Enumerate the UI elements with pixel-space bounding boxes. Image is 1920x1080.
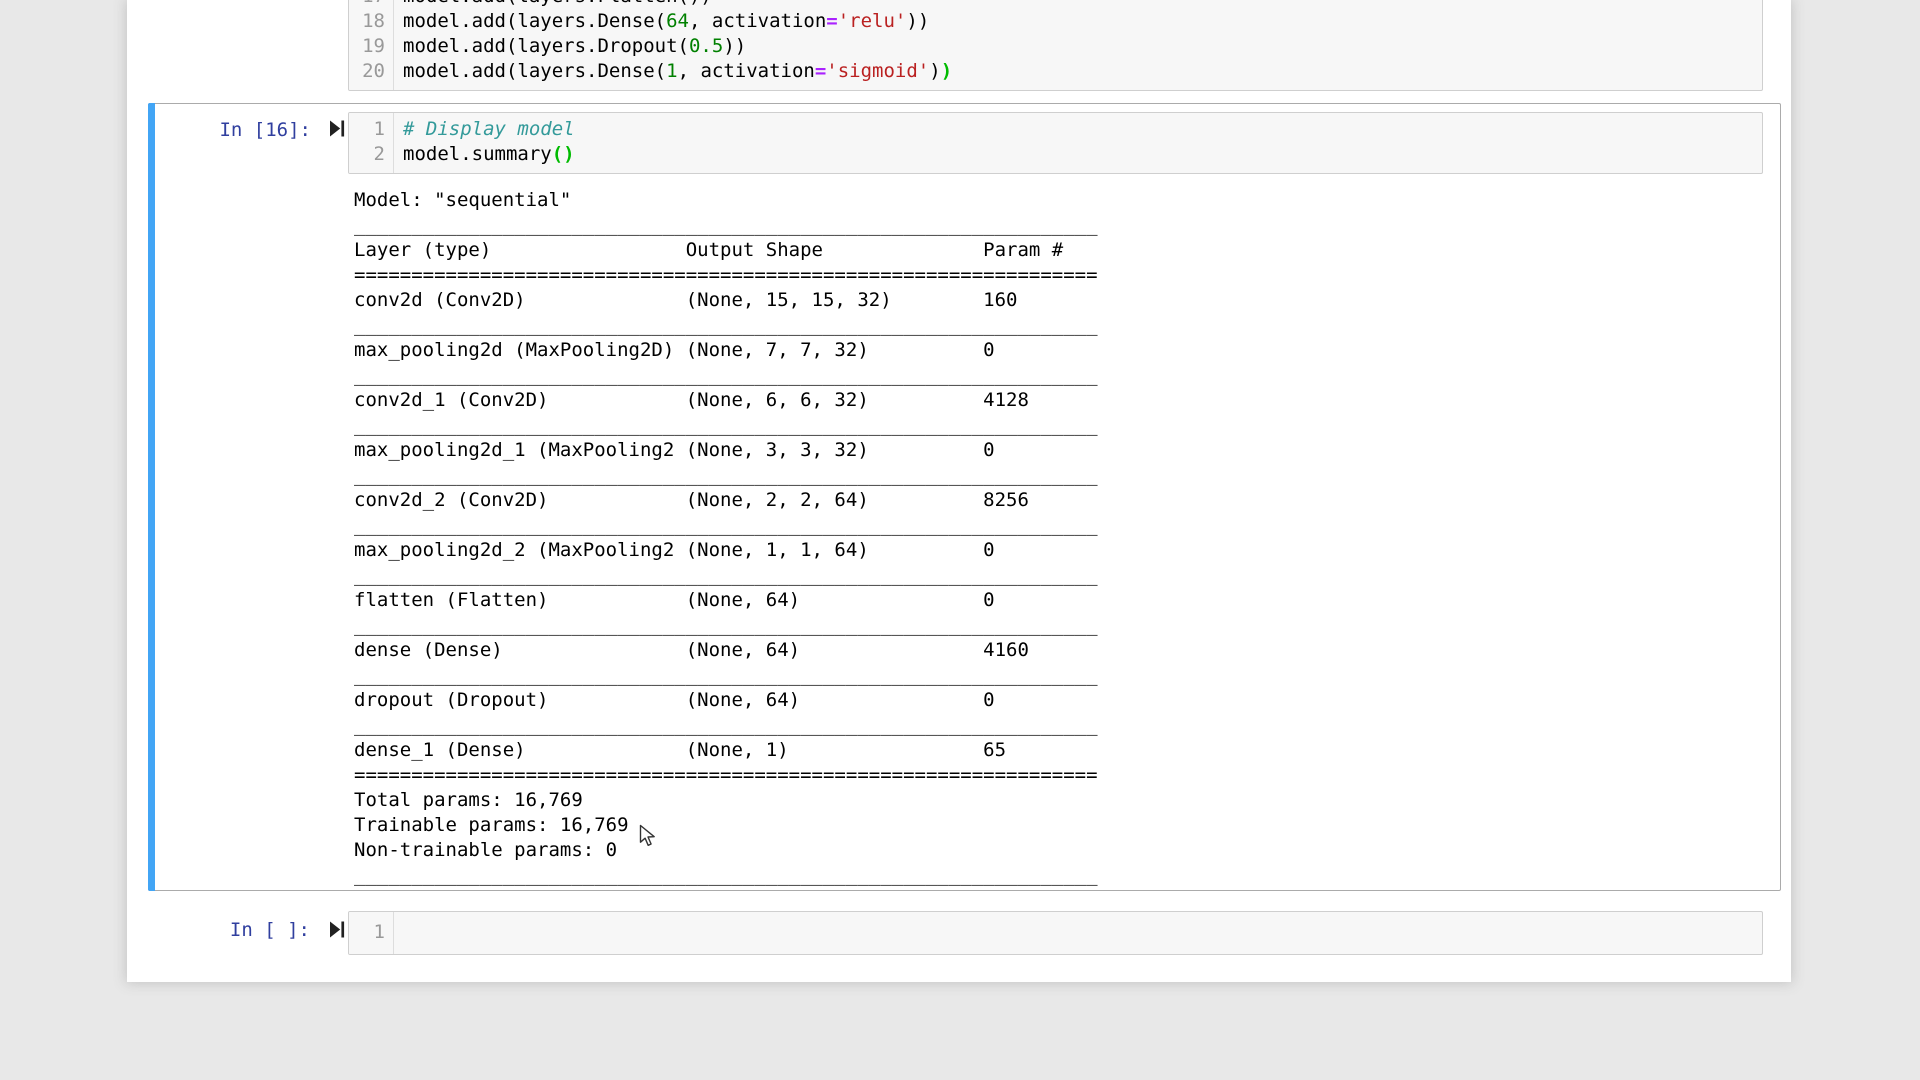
line-number: 19 <box>349 34 385 59</box>
code-text[interactable]: model.add(layers.Dense(1, activation='si… <box>403 59 952 84</box>
selected-cell-indicator <box>148 103 155 891</box>
code-line[interactable]: 1 <box>349 920 1762 945</box>
line-number: 20 <box>349 59 385 84</box>
code-line[interactable]: 20 model.add(layers.Dense(1, activation='… <box>349 59 1762 84</box>
code-line[interactable]: 2 model.summary() <box>349 142 1762 167</box>
notebook-container: 17 model.add(layers.Flatten()) 18 model.add… <box>127 0 1791 982</box>
code-input-previous[interactable]: 17 model.add(layers.Flatten()) 18 model.add… <box>348 0 1763 91</box>
code-input-16[interactable]: 1 # Display model 2 model.summary() <box>348 112 1763 174</box>
code-text[interactable]: model.add(layers.Dense(64, activation='r… <box>403 9 929 34</box>
run-cell-icon[interactable] <box>330 921 345 938</box>
jupyter-notebook-page: { "colors": { "page_background": "#e8e8e… <box>0 0 1920 1080</box>
code-text[interactable]: model.add(layers.Dropout(0.5)) <box>403 34 746 59</box>
model-summary-output: Model: "sequential" ____________________… <box>354 188 1098 888</box>
code-cell-16[interactable]: In [16]: 1 # Display model 2 model.summary(… <box>148 103 1781 891</box>
run-cell-icon[interactable] <box>330 120 345 137</box>
line-number: 1 <box>349 920 385 945</box>
code-text[interactable]: model.summary() <box>403 142 575 167</box>
code-line[interactable]: 18 model.add(layers.Dense(64, activation=… <box>349 9 1762 34</box>
code-text[interactable]: # Display model <box>403 117 575 142</box>
code-line[interactable]: 17 model.add(layers.Flatten()) <box>349 0 1762 9</box>
code-line[interactable]: 19 model.add(layers.Dropout(0.5)) <box>349 34 1762 59</box>
code-text[interactable]: model.add(layers.Flatten()) <box>403 0 712 9</box>
code-line[interactable]: 1 # Display model <box>349 117 1762 142</box>
line-number: 1 <box>349 117 385 142</box>
code-input-empty[interactable]: 1 <box>348 911 1763 955</box>
line-number: 18 <box>349 9 385 34</box>
input-prompt-16[interactable]: In [16]: <box>149 118 311 143</box>
input-prompt-empty[interactable]: In [ ]: <box>148 918 310 943</box>
line-number: 17 <box>349 0 385 9</box>
mouse-cursor-icon <box>639 824 661 848</box>
line-number: 2 <box>349 142 385 167</box>
